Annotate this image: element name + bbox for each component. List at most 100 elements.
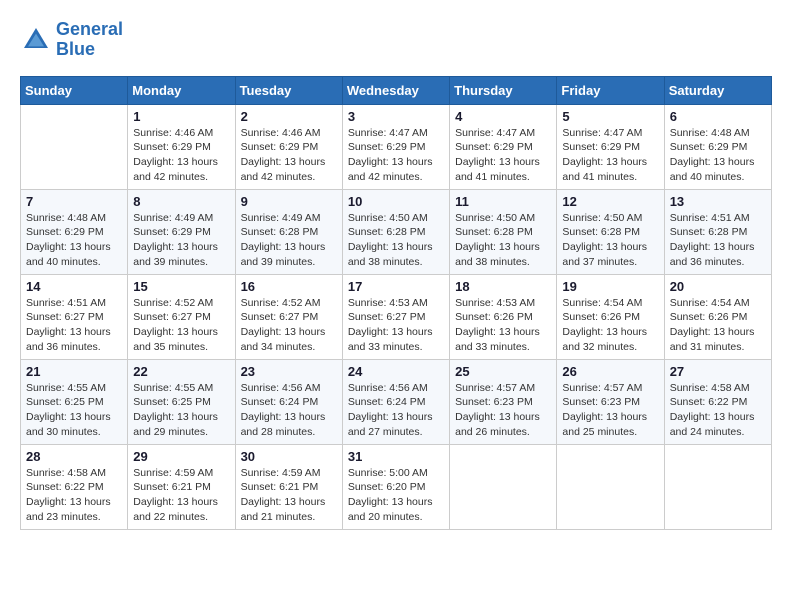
calendar-cell: 2 Sunrise: 4:46 AMSunset: 6:29 PMDaylight… xyxy=(235,104,342,189)
day-number: 25 xyxy=(455,364,551,379)
day-number: 29 xyxy=(133,449,229,464)
day-info: Sunrise: 4:56 AMSunset: 6:24 PMDaylight:… xyxy=(241,381,337,440)
day-info: Sunrise: 4:53 AMSunset: 6:26 PMDaylight:… xyxy=(455,296,551,355)
calendar-cell: 13 Sunrise: 4:51 AMSunset: 6:28 PMDayligh… xyxy=(664,189,771,274)
calendar-cell: 21Sunrise: 4:55 AMSunset: 6:25 PMDayligh… xyxy=(21,359,128,444)
calendar-cell: 27 Sunrise: 4:58 AMSunset: 6:22 PMDayligh… xyxy=(664,359,771,444)
day-info: Sunrise: 4:46 AMSunset: 6:29 PMDaylight:… xyxy=(241,126,337,185)
day-info: Sunrise: 4:50 AMSunset: 6:28 PMDaylight:… xyxy=(562,211,658,270)
calendar-cell: 7Sunrise: 4:48 AMSunset: 6:29 PMDaylight… xyxy=(21,189,128,274)
calendar-cell: 10 Sunrise: 4:50 AMSunset: 6:28 PMDayligh… xyxy=(342,189,449,274)
day-info: Sunrise: 4:54 AMSunset: 6:26 PMDaylight:… xyxy=(562,296,658,355)
calendar-cell: 30 Sunrise: 4:59 AMSunset: 6:21 PMDayligh… xyxy=(235,444,342,529)
day-number: 19 xyxy=(562,279,658,294)
day-info: Sunrise: 4:52 AMSunset: 6:27 PMDaylight:… xyxy=(133,296,229,355)
calendar-cell: 23 Sunrise: 4:56 AMSunset: 6:24 PMDayligh… xyxy=(235,359,342,444)
calendar-week-3: 14Sunrise: 4:51 AMSunset: 6:27 PMDayligh… xyxy=(21,274,772,359)
day-info: Sunrise: 4:53 AMSunset: 6:27 PMDaylight:… xyxy=(348,296,444,355)
day-info: Sunrise: 4:57 AMSunset: 6:23 PMDaylight:… xyxy=(455,381,551,440)
day-info: Sunrise: 4:47 AMSunset: 6:29 PMDaylight:… xyxy=(348,126,444,185)
day-number: 27 xyxy=(670,364,766,379)
calendar-header: SundayMondayTuesdayWednesdayThursdayFrid… xyxy=(21,76,772,104)
day-info: Sunrise: 4:57 AMSunset: 6:23 PMDaylight:… xyxy=(562,381,658,440)
day-info: Sunrise: 4:46 AMSunset: 6:29 PMDaylight:… xyxy=(133,126,229,185)
column-header-wednesday: Wednesday xyxy=(342,76,449,104)
day-info: Sunrise: 4:47 AMSunset: 6:29 PMDaylight:… xyxy=(562,126,658,185)
calendar-cell: 20 Sunrise: 4:54 AMSunset: 6:26 PMDayligh… xyxy=(664,274,771,359)
day-info: Sunrise: 4:59 AMSunset: 6:21 PMDaylight:… xyxy=(241,466,337,525)
calendar-week-5: 28 Sunrise: 4:58 AMSunset: 6:22 PMDayligh… xyxy=(21,444,772,529)
logo-icon xyxy=(20,24,52,56)
day-number: 26 xyxy=(562,364,658,379)
column-header-monday: Monday xyxy=(128,76,235,104)
day-info: Sunrise: 4:49 AMSunset: 6:29 PMDaylight:… xyxy=(133,211,229,270)
calendar-cell: 8 Sunrise: 4:49 AMSunset: 6:29 PMDaylight… xyxy=(128,189,235,274)
calendar-cell: 1 Sunrise: 4:46 AMSunset: 6:29 PMDaylight… xyxy=(128,104,235,189)
day-number: 3 xyxy=(348,109,444,124)
calendar-cell: 24 Sunrise: 4:56 AMSunset: 6:24 PMDayligh… xyxy=(342,359,449,444)
day-number: 18 xyxy=(455,279,551,294)
day-number: 5 xyxy=(562,109,658,124)
day-info: Sunrise: 4:52 AMSunset: 6:27 PMDaylight:… xyxy=(241,296,337,355)
day-info: Sunrise: 4:56 AMSunset: 6:24 PMDaylight:… xyxy=(348,381,444,440)
day-info: Sunrise: 4:59 AMSunset: 6:21 PMDaylight:… xyxy=(133,466,229,525)
calendar-cell: 28 Sunrise: 4:58 AMSunset: 6:22 PMDayligh… xyxy=(21,444,128,529)
day-number: 7 xyxy=(26,194,122,209)
calendar-cell: 17 Sunrise: 4:53 AMSunset: 6:27 PMDayligh… xyxy=(342,274,449,359)
day-info: Sunrise: 4:48 AMSunset: 6:29 PMDaylight:… xyxy=(670,126,766,185)
calendar-cell: 14Sunrise: 4:51 AMSunset: 6:27 PMDayligh… xyxy=(21,274,128,359)
logo: General Blue xyxy=(20,20,123,60)
day-info: Sunrise: 4:58 AMSunset: 6:22 PMDaylight:… xyxy=(26,466,122,525)
calendar-cell: 22 Sunrise: 4:55 AMSunset: 6:25 PMDayligh… xyxy=(128,359,235,444)
calendar-cell: 19 Sunrise: 4:54 AMSunset: 6:26 PMDayligh… xyxy=(557,274,664,359)
calendar-table: SundayMondayTuesdayWednesdayThursdayFrid… xyxy=(20,76,772,530)
day-info: Sunrise: 4:58 AMSunset: 6:22 PMDaylight:… xyxy=(670,381,766,440)
day-number: 13 xyxy=(670,194,766,209)
day-number: 2 xyxy=(241,109,337,124)
day-info: Sunrise: 4:54 AMSunset: 6:26 PMDaylight:… xyxy=(670,296,766,355)
day-number: 23 xyxy=(241,364,337,379)
calendar-cell: 6Sunrise: 4:48 AMSunset: 6:29 PMDaylight… xyxy=(664,104,771,189)
day-number: 10 xyxy=(348,194,444,209)
calendar-cell: 12Sunrise: 4:50 AMSunset: 6:28 PMDayligh… xyxy=(557,189,664,274)
calendar-cell: 26 Sunrise: 4:57 AMSunset: 6:23 PMDayligh… xyxy=(557,359,664,444)
day-info: Sunrise: 4:55 AMSunset: 6:25 PMDaylight:… xyxy=(26,381,122,440)
column-header-saturday: Saturday xyxy=(664,76,771,104)
day-info: Sunrise: 4:49 AMSunset: 6:28 PMDaylight:… xyxy=(241,211,337,270)
calendar-cell: 15Sunrise: 4:52 AMSunset: 6:27 PMDayligh… xyxy=(128,274,235,359)
day-number: 9 xyxy=(241,194,337,209)
calendar-cell xyxy=(664,444,771,529)
column-header-tuesday: Tuesday xyxy=(235,76,342,104)
day-number: 8 xyxy=(133,194,229,209)
calendar-cell: 4 Sunrise: 4:47 AMSunset: 6:29 PMDaylight… xyxy=(450,104,557,189)
day-number: 16 xyxy=(241,279,337,294)
day-number: 11 xyxy=(455,194,551,209)
day-number: 24 xyxy=(348,364,444,379)
calendar-cell: 31Sunrise: 5:00 AMSunset: 6:20 PMDayligh… xyxy=(342,444,449,529)
calendar-cell: 29 Sunrise: 4:59 AMSunset: 6:21 PMDayligh… xyxy=(128,444,235,529)
day-number: 28 xyxy=(26,449,122,464)
column-header-sunday: Sunday xyxy=(21,76,128,104)
calendar-week-2: 7Sunrise: 4:48 AMSunset: 6:29 PMDaylight… xyxy=(21,189,772,274)
day-info: Sunrise: 4:47 AMSunset: 6:29 PMDaylight:… xyxy=(455,126,551,185)
calendar-cell xyxy=(450,444,557,529)
day-number: 20 xyxy=(670,279,766,294)
day-number: 17 xyxy=(348,279,444,294)
day-number: 22 xyxy=(133,364,229,379)
calendar-cell: 25 Sunrise: 4:57 AMSunset: 6:23 PMDayligh… xyxy=(450,359,557,444)
calendar-cell: 18 Sunrise: 4:53 AMSunset: 6:26 PMDayligh… xyxy=(450,274,557,359)
calendar-cell: 5 Sunrise: 4:47 AMSunset: 6:29 PMDaylight… xyxy=(557,104,664,189)
day-info: Sunrise: 4:51 AMSunset: 6:28 PMDaylight:… xyxy=(670,211,766,270)
day-number: 4 xyxy=(455,109,551,124)
calendar-cell: 3 Sunrise: 4:47 AMSunset: 6:29 PMDaylight… xyxy=(342,104,449,189)
day-number: 30 xyxy=(241,449,337,464)
day-info: Sunrise: 4:50 AMSunset: 6:28 PMDaylight:… xyxy=(455,211,551,270)
day-number: 1 xyxy=(133,109,229,124)
calendar-cell xyxy=(21,104,128,189)
day-info: Sunrise: 4:50 AMSunset: 6:28 PMDaylight:… xyxy=(348,211,444,270)
day-number: 31 xyxy=(348,449,444,464)
page-header: General Blue xyxy=(20,20,772,60)
calendar-cell: 11 Sunrise: 4:50 AMSunset: 6:28 PMDayligh… xyxy=(450,189,557,274)
day-info: Sunrise: 4:55 AMSunset: 6:25 PMDaylight:… xyxy=(133,381,229,440)
calendar-week-1: 1 Sunrise: 4:46 AMSunset: 6:29 PMDaylight… xyxy=(21,104,772,189)
